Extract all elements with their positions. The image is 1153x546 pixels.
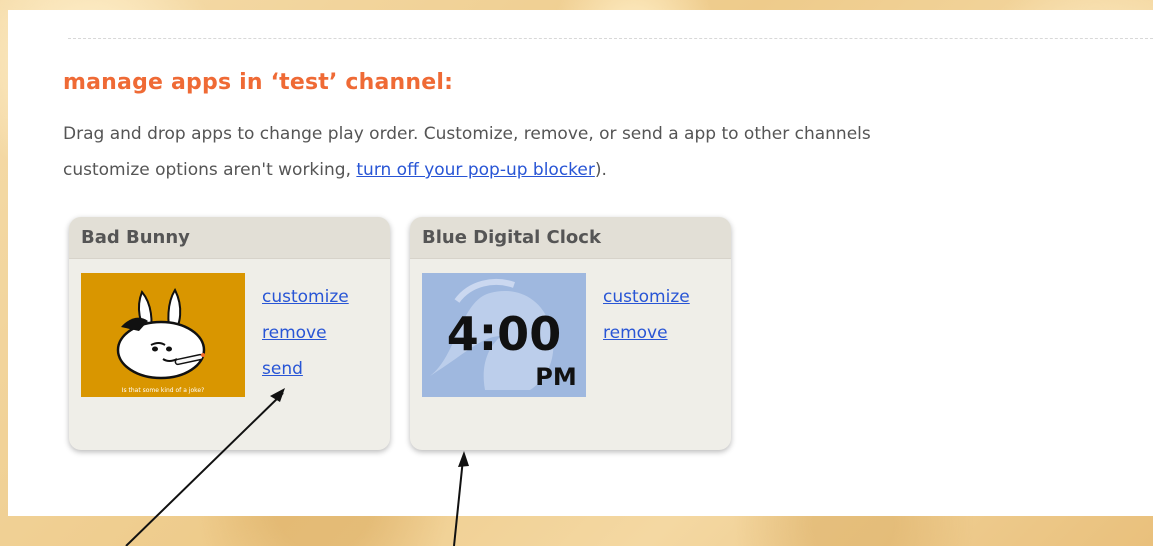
page-description: Drag and drop apps to change play order.… <box>63 116 1153 188</box>
bunny-caption: Is that some kind of a joke? <box>122 387 205 394</box>
app-card-blue-digital-clock[interactable]: Blue Digital Clock 4:00 PM customize rem… <box>410 217 731 450</box>
remove-link[interactable]: remove <box>262 315 349 351</box>
customize-link[interactable]: customize <box>262 279 349 315</box>
app-actions: customize remove send <box>262 279 349 387</box>
clock-time: 4:00 <box>447 307 561 361</box>
description-line-1: Drag and drop apps to change play order.… <box>63 124 871 144</box>
app-card-body: 4:00 PM customize remove <box>410 259 731 450</box>
description-line-2-text: customize options aren't working, <box>63 160 357 180</box>
app-card-body: Is that some kind of a joke? customize r… <box>69 259 390 450</box>
page-title: manage apps in ‘test’ channel: <box>63 70 454 95</box>
clock-ampm: PM <box>535 363 576 391</box>
customize-link[interactable]: customize <box>603 279 690 315</box>
content-panel: manage apps in ‘test’ channel: Drag and … <box>8 10 1153 516</box>
divider <box>68 38 1153 39</box>
bad-bunny-thumbnail: Is that some kind of a joke? <box>81 273 245 397</box>
clock-icon: 4:00 PM <box>422 273 586 397</box>
blue-clock-thumbnail: 4:00 PM <box>422 273 586 397</box>
popup-blocker-link[interactable]: turn off your pop-up blocker <box>356 160 595 180</box>
bunny-face <box>116 320 206 380</box>
app-actions: customize remove <box>603 279 690 351</box>
app-name: Blue Digital Clock <box>410 217 731 259</box>
description-suffix: ). <box>594 160 607 180</box>
description-line-2: customize options aren't working, turn o… <box>63 152 1153 188</box>
bunny-left-eye <box>152 346 158 352</box>
bunny-icon: Is that some kind of a joke? <box>81 273 245 397</box>
app-name: Bad Bunny <box>69 217 390 259</box>
bunny-cigarette-tip <box>201 353 205 357</box>
send-link[interactable]: send <box>262 351 349 387</box>
remove-link[interactable]: remove <box>603 315 690 351</box>
bunny-right-eye <box>166 346 172 352</box>
app-card-bad-bunny[interactable]: Bad Bunny Is that some kind of a joke? c… <box>69 217 390 450</box>
